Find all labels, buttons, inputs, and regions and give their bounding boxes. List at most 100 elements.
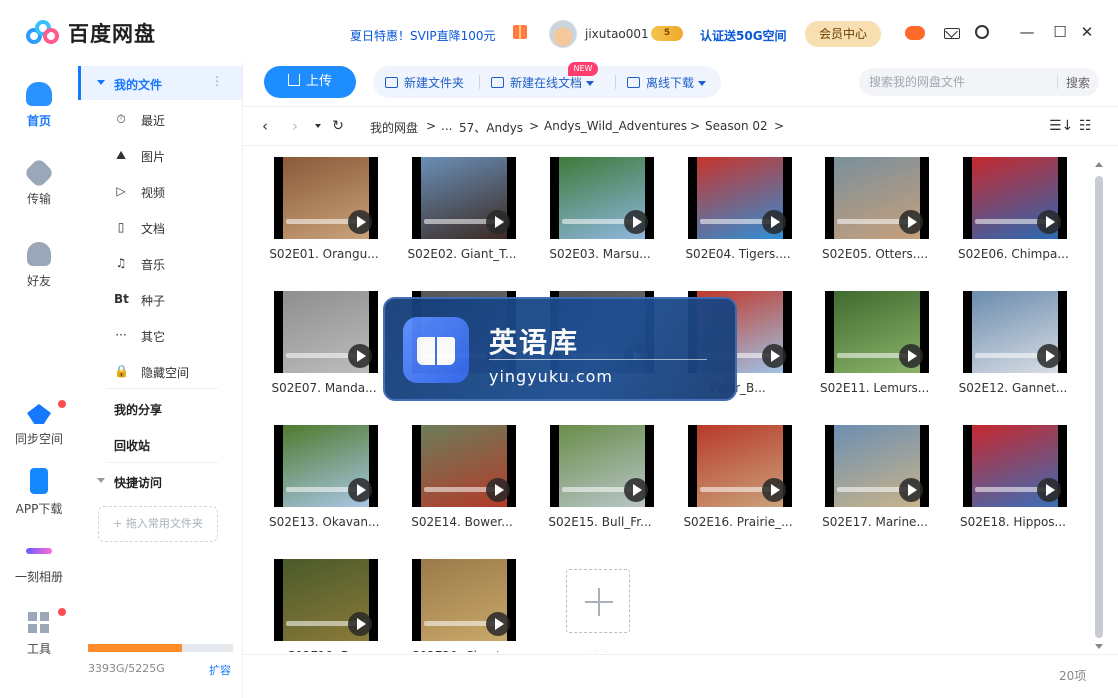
phone-icon <box>30 468 48 494</box>
gift-icon[interactable] <box>513 25 527 39</box>
promo-link[interactable]: 夏日特惠！SVIP直降100元 <box>350 27 496 44</box>
play-icon[interactable] <box>348 478 372 502</box>
scrollbar-thumb[interactable] <box>1095 176 1103 638</box>
file-tile[interactable]: S02E05. Otters.... <box>820 147 930 267</box>
list-view-icon[interactable]: ☷ <box>1079 118 1092 134</box>
upload-button[interactable]: 上传 <box>264 66 356 98</box>
play-icon[interactable] <box>762 478 786 502</box>
title-bar: 百度网盘 夏日特惠！SVIP直降100元 jixutao001 5 认证送50G… <box>0 0 1118 62</box>
gear-icon[interactable] <box>975 25 989 39</box>
file-tile[interactable]: S02E15. Bull_Fr... <box>545 415 655 535</box>
drop-folder-zone[interactable]: + 拖入常用文件夹 <box>98 506 218 542</box>
forward-button[interactable]: › <box>287 117 303 135</box>
rail-transfer[interactable]: 传输 <box>0 157 78 207</box>
file-tile[interactable]: S02E16. Prairie_... <box>683 415 793 535</box>
play-icon[interactable] <box>348 612 372 636</box>
video-thumbnail <box>274 291 378 373</box>
breadcrumb-item[interactable]: 57、Andys <box>459 119 523 136</box>
rail-home[interactable]: 首页 <box>0 82 78 129</box>
sort-icon[interactable]: ☰↓ <box>1049 118 1073 134</box>
play-icon[interactable] <box>348 344 372 368</box>
rail-friends[interactable]: 好友 <box>0 242 78 289</box>
avatar[interactable] <box>549 20 577 48</box>
transfer-icon <box>23 157 55 189</box>
headphones-icon: ♫ <box>115 256 127 270</box>
search-button[interactable]: 搜索 <box>1066 74 1090 91</box>
breadcrumb-item[interactable]: Andys_Wild_Adventures <box>544 119 687 133</box>
game-icon[interactable] <box>905 26 925 40</box>
scroll-up-arrow[interactable] <box>1095 162 1103 167</box>
minimize-button[interactable]: — <box>1017 22 1037 42</box>
play-icon[interactable] <box>348 210 372 234</box>
caret-down-icon <box>97 80 105 85</box>
file-name: S02E05. Otters.... <box>821 247 929 261</box>
space-offer-link[interactable]: 认证送50G空间 <box>700 27 787 44</box>
upload-file-tile[interactable]: 上传文件 <box>545 549 655 652</box>
friends-icon <box>27 242 51 266</box>
breadcrumb-current[interactable]: Season 02 <box>705 119 768 133</box>
play-icon[interactable] <box>486 478 510 502</box>
rail-moment-album[interactable]: 一刻相册 <box>0 538 78 585</box>
video-thumbnail <box>688 425 792 507</box>
play-icon[interactable] <box>486 210 510 234</box>
username[interactable]: jixutao001 <box>585 27 649 41</box>
file-tile[interactable]: S02E01. Orangu... <box>269 147 379 267</box>
file-tile[interactable]: S02E20. Cheet... <box>407 549 517 652</box>
file-name: S02E18. Hippos... <box>960 515 1066 529</box>
scroll-down-arrow[interactable] <box>1095 644 1103 649</box>
status-bar: 20项 <box>243 654 1118 698</box>
maximize-button[interactable]: ☐ <box>1050 22 1070 42</box>
rail-tools[interactable]: 工具 <box>0 608 78 657</box>
sidebar-item-my-share[interactable]: 我的分享 <box>114 401 162 418</box>
play-icon[interactable] <box>1037 210 1061 234</box>
play-icon[interactable] <box>1037 344 1061 368</box>
play-icon[interactable] <box>899 344 923 368</box>
history-dropdown-icon[interactable] <box>315 124 321 128</box>
play-icon[interactable] <box>1037 478 1061 502</box>
sidebar-item-recycle-bin[interactable]: 回收站 <box>114 437 150 454</box>
file-tile[interactable]: S02E12. Gannet... <box>958 281 1068 401</box>
file-tile[interactable]: S02E18. Hippos... <box>958 415 1068 535</box>
file-tile[interactable]: S02E19. B... <box>269 549 379 652</box>
rail-sync-space[interactable]: 同步空间 <box>0 400 78 447</box>
expand-storage-link[interactable]: 扩容 <box>209 662 231 678</box>
play-icon[interactable] <box>486 612 510 636</box>
file-tile[interactable]: S02E07. Manda... <box>269 281 379 401</box>
new-folder-button[interactable]: 新建文件夹 <box>385 74 464 91</box>
play-icon[interactable] <box>624 210 648 234</box>
refresh-icon[interactable]: ↻ <box>330 117 346 135</box>
file-tile[interactable]: S02E11. Lemurs.... <box>820 281 930 401</box>
play-icon[interactable] <box>624 478 648 502</box>
file-tile[interactable]: S02E14. Bower... <box>407 415 517 535</box>
rail-app-download[interactable]: APP下载 <box>0 468 78 517</box>
play-icon[interactable] <box>762 344 786 368</box>
new-online-doc-button[interactable]: 新建在线文档 <box>491 74 595 91</box>
breadcrumb-ellipsis[interactable]: ... <box>441 119 452 133</box>
offline-download-button[interactable]: 离线下载 <box>627 74 707 91</box>
close-button[interactable]: ✕ <box>1077 22 1097 42</box>
storage-quota-bar <box>88 644 233 652</box>
play-icon[interactable] <box>899 478 923 502</box>
quick-access-header[interactable]: 快捷访问 <box>114 474 162 491</box>
search-input[interactable] <box>869 73 1049 91</box>
video-thumbnail <box>412 425 516 507</box>
play-icon[interactable] <box>762 210 786 234</box>
breadcrumb-separator: > <box>426 119 437 133</box>
file-name: S02E15. Bull_Fr... <box>548 515 652 529</box>
file-tile[interactable]: S02E06. Chimpa... <box>958 147 1068 267</box>
image-icon: ⛰ <box>115 148 127 162</box>
file-tile[interactable]: S02E13. Okavan... <box>269 415 379 535</box>
breadcrumb-separator: > <box>690 119 701 133</box>
play-icon[interactable] <box>899 210 923 234</box>
vip-center-button[interactable]: 会员中心 <box>805 21 881 47</box>
caret-down-icon[interactable] <box>97 478 105 483</box>
mail-icon[interactable] <box>944 28 960 39</box>
file-tile[interactable]: S02E03. Marsu... <box>545 147 655 267</box>
file-tile[interactable]: S02E04. Tigers.... <box>683 147 793 267</box>
my-files-header[interactable]: 我的文件 ⋮ <box>78 66 242 100</box>
more-icon[interactable]: ⋮ <box>211 74 223 88</box>
breadcrumb-root[interactable]: 我的网盘 <box>370 119 418 136</box>
file-tile[interactable]: S02E17. Marine... <box>820 415 930 535</box>
file-tile[interactable]: S02E02. Giant_T... <box>407 147 517 267</box>
back-button[interactable]: ‹ <box>257 117 273 135</box>
